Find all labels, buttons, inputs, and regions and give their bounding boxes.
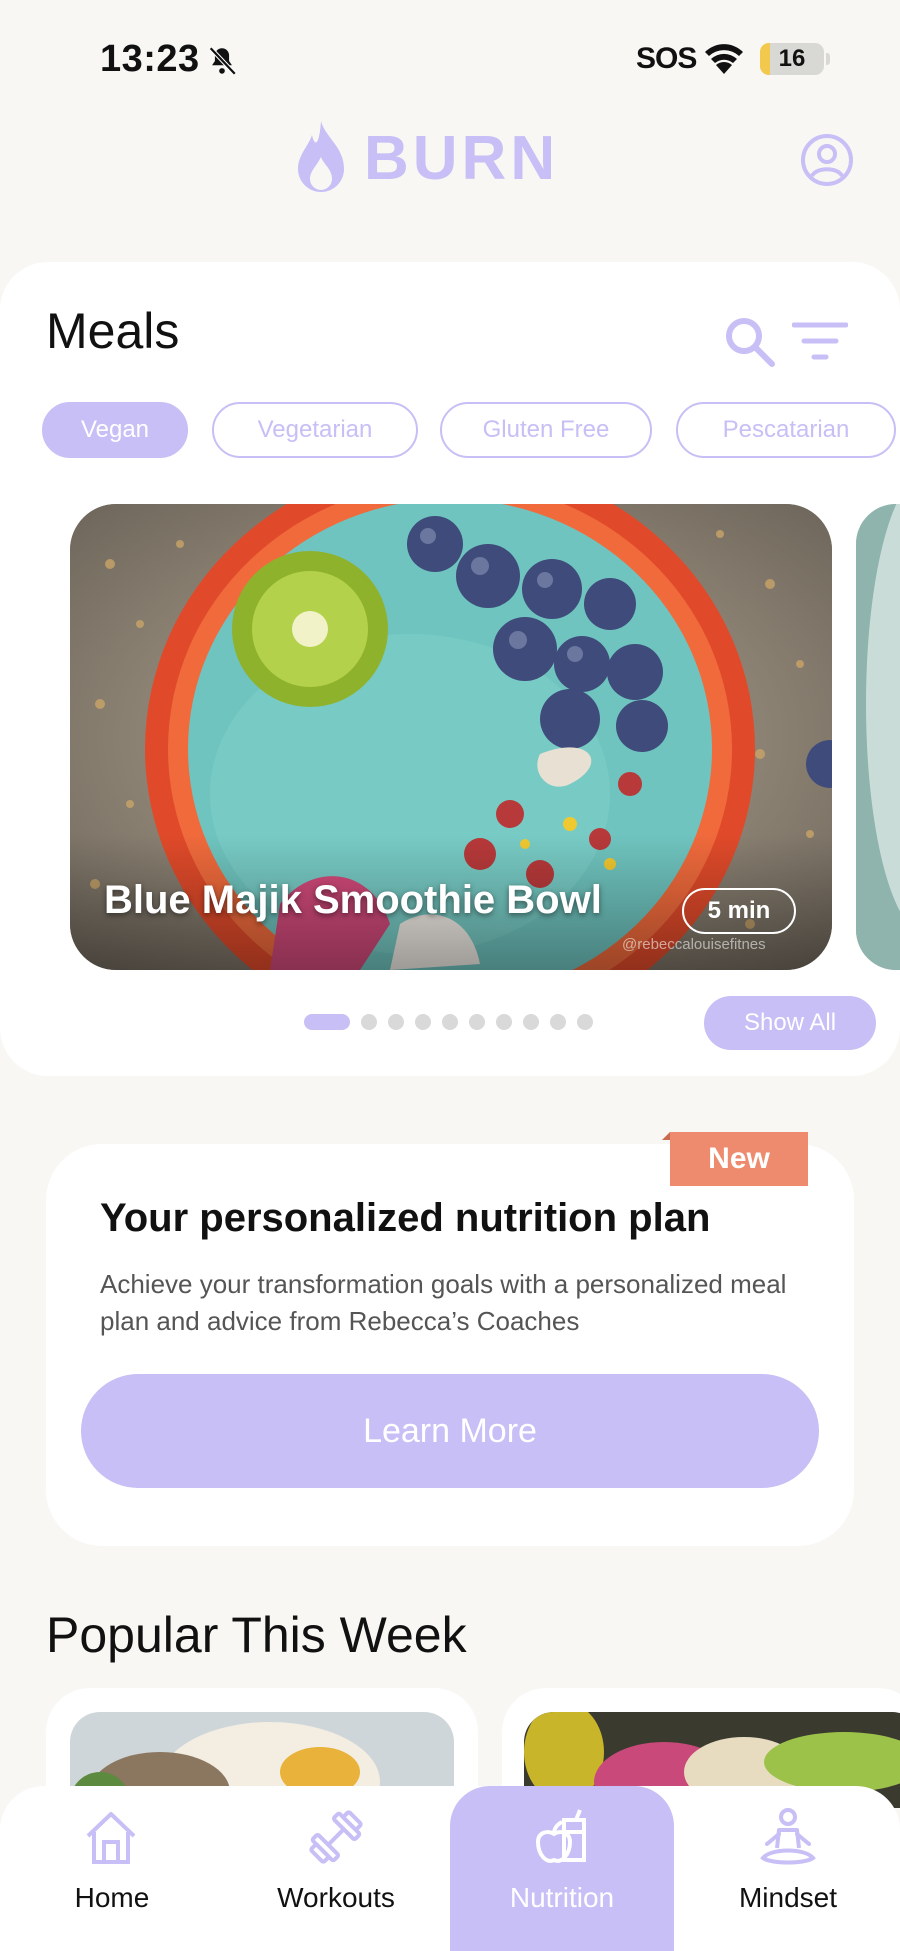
battery-level: 16	[778, 45, 806, 72]
profile-icon[interactable]	[800, 133, 854, 187]
badge-fold	[662, 1132, 670, 1140]
chip-pescatarian[interactable]: Pescatarian	[676, 402, 896, 458]
wifi-icon	[705, 44, 743, 74]
meditation-icon	[760, 1808, 816, 1865]
nav-label: Nutrition	[509, 1882, 615, 1913]
meal-photo-next	[856, 504, 900, 970]
show-all-button[interactable]: Show All	[704, 996, 876, 1050]
chip-gluten-free[interactable]: Gluten Free	[440, 402, 652, 458]
chip-vegan[interactable]: Vegan	[42, 402, 188, 458]
nav-mindset[interactable]: Mindset	[676, 1786, 900, 1951]
home-icon	[86, 1812, 136, 1864]
learn-more-button[interactable]: Learn More	[81, 1374, 819, 1488]
carousel-dot[interactable]	[361, 1014, 377, 1030]
carousel-dot[interactable]	[523, 1014, 539, 1030]
meal-title: Blue Majik Smoothie Bowl	[104, 878, 602, 922]
status-time: 13:23	[100, 38, 200, 80]
bottom-nav: Home Workouts Nutrition Mindset	[0, 1786, 900, 1951]
carousel-dot[interactable]	[469, 1014, 485, 1030]
nav-label: Workouts	[277, 1882, 395, 1913]
plan-description: Achieve your transformation goals with a…	[100, 1269, 787, 1336]
new-badge: New	[670, 1132, 808, 1186]
carrier-status: SOS	[636, 42, 697, 75]
search-icon[interactable]	[722, 314, 776, 368]
nav-home[interactable]: Home	[0, 1786, 224, 1951]
bell-muted-icon	[209, 46, 237, 76]
carousel-dot[interactable]	[388, 1014, 404, 1030]
brand-name: BURN	[364, 123, 560, 193]
dumbbell-icon	[309, 1810, 363, 1864]
flame-icon	[298, 121, 344, 192]
meals-section: Meals Vegan Vegetarian Gluten Free Pesca…	[0, 262, 900, 1076]
filter-icon[interactable]	[792, 320, 848, 362]
nav-nutrition[interactable]: Nutrition	[450, 1786, 674, 1951]
battery-nub	[826, 53, 830, 65]
carousel-dot-active[interactable]	[304, 1014, 350, 1030]
plan-title: Your personalized nutrition plan	[100, 1196, 711, 1240]
status-bar: 13:23 SOS 16	[0, 0, 900, 110]
nutrition-icon	[535, 1809, 586, 1863]
carousel-dot[interactable]	[442, 1014, 458, 1030]
chip-vegetarian[interactable]: Vegetarian	[212, 402, 418, 458]
app-logo: BURN	[292, 118, 559, 198]
nav-workouts[interactable]: Workouts	[224, 1786, 448, 1951]
carousel-dot[interactable]	[496, 1014, 512, 1030]
battery-indicator: 16	[760, 43, 824, 75]
popular-section-title: Popular This Week	[46, 1607, 467, 1663]
carousel-dot[interactable]	[415, 1014, 431, 1030]
photo-watermark: @rebeccalouisefitnes	[622, 936, 766, 953]
meal-time-badge: 5 min	[682, 888, 796, 934]
section-title: Meals	[46, 303, 180, 359]
carousel-dot[interactable]	[550, 1014, 566, 1030]
carousel-dot[interactable]	[577, 1014, 593, 1030]
meal-card-next[interactable]	[856, 504, 900, 970]
nav-label: Home	[74, 1882, 150, 1913]
meal-card[interactable]: Blue Majik Smoothie Bowl 5 min @rebeccal…	[70, 504, 832, 970]
nav-label: Mindset	[738, 1882, 838, 1913]
